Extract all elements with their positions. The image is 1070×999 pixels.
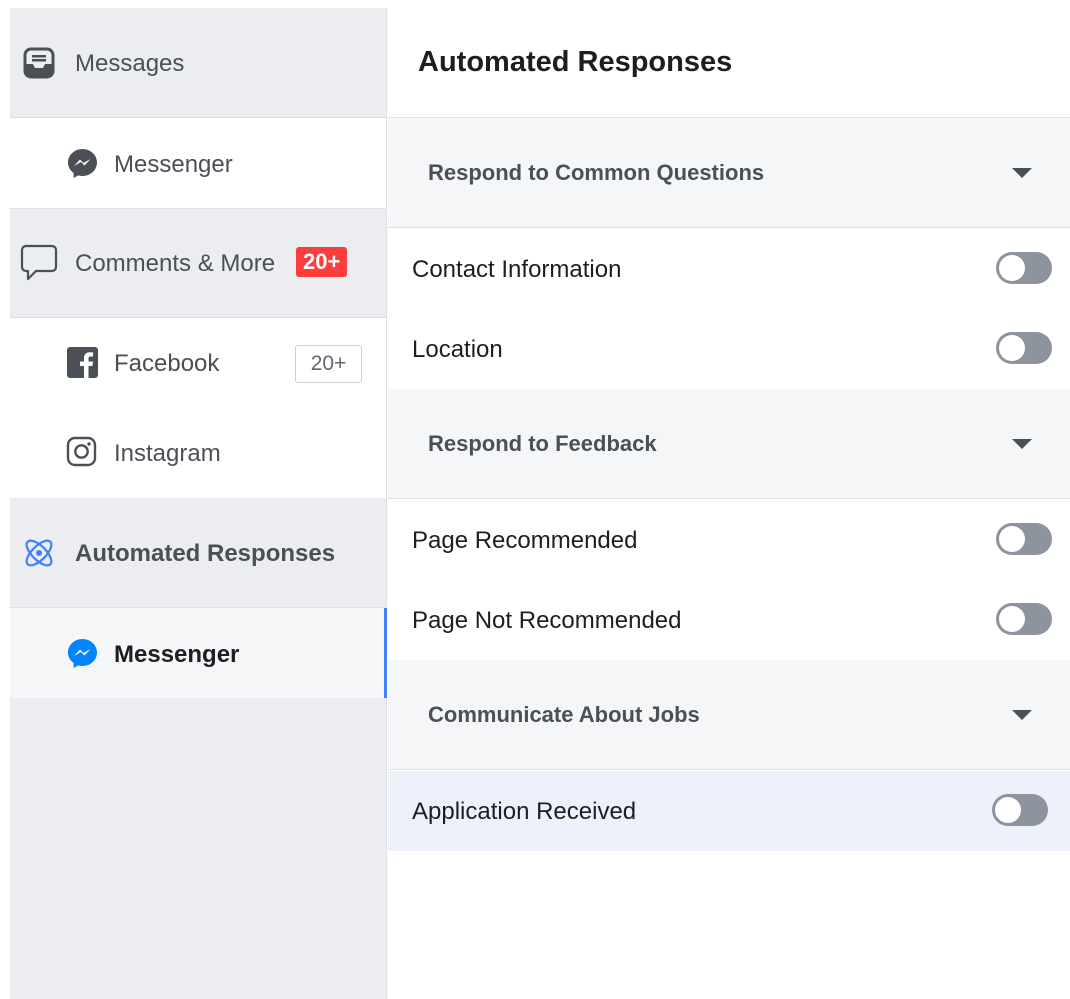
response-row-contact-information: Contact Information [388,229,1070,309]
toggle-knob [999,335,1025,361]
toggle-knob [999,526,1025,552]
sidebar-item-instagram[interactable]: Instagram [10,408,386,498]
page-header: Automated Responses [388,8,1070,118]
page-title: Automated Responses [418,46,733,78]
toggle-knob [995,797,1021,823]
toggle-switch[interactable] [992,794,1048,826]
sidebar-item-label: Comments & More [75,250,276,277]
toggle-knob [999,255,1025,281]
response-label: Contact Information [412,256,622,283]
response-label: Page Recommended [412,527,638,554]
active-indicator [384,608,387,698]
inbox-icon [22,46,56,80]
atom-icon [20,534,58,572]
response-row-page-not-recommended: Page Not Recommended [388,580,1070,660]
sidebar-item-label: Messenger [114,151,233,178]
group-header-label: Respond to Feedback [428,431,657,456]
main-panel: Automated Responses Respond to Common Qu… [388,8,1070,999]
sidebar-item-messenger[interactable]: Messenger [10,118,386,208]
response-label: Location [412,336,503,363]
chevron-down-icon[interactable] [1012,168,1032,178]
sidebar-item-comments[interactable]: Comments & More 20+ [10,208,386,318]
toggle-switch[interactable] [996,252,1052,284]
notification-badge: 20+ [296,247,348,277]
toggle-switch[interactable] [996,332,1052,364]
group-header-label: Communicate About Jobs [428,702,700,727]
group-header-common-questions[interactable]: Respond to Common Questions [388,118,1070,228]
sidebar-item-label: Messages [75,50,185,77]
group-header-label: Respond to Common Questions [428,160,765,185]
toggle-knob [999,606,1025,632]
sidebar-item-label: Messenger [114,641,240,668]
sidebar-item-label: Automated Responses [75,540,336,567]
sidebar-item-messenger-active[interactable]: Messenger [10,608,387,698]
group-header-feedback[interactable]: Respond to Feedback [388,389,1070,499]
sidebar-item-label: Facebook [114,350,220,377]
instagram-icon [66,436,97,467]
facebook-icon [66,346,99,379]
toggle-switch[interactable] [996,523,1052,555]
response-row-application-received: Application Received [388,771,1070,851]
response-row-location: Location [388,309,1070,389]
messenger-icon [66,147,99,180]
chevron-down-icon[interactable] [1012,439,1032,449]
response-label: Page Not Recommended [412,607,682,634]
messenger-icon [66,637,99,670]
sidebar-item-automated-responses[interactable]: Automated Responses [10,498,386,608]
toggle-switch[interactable] [996,603,1052,635]
sidebar-item-facebook[interactable]: Facebook 20+ [10,318,386,408]
chevron-down-icon[interactable] [1012,710,1032,720]
sidebar-item-messages[interactable]: Messages [10,8,386,118]
count-badge: 20+ [295,345,362,383]
comment-bubble-icon [20,243,58,283]
group-header-jobs[interactable]: Communicate About Jobs [388,660,1070,770]
response-row-page-recommended: Page Recommended [388,500,1070,580]
response-label: Application Received [412,798,637,825]
sidebar-item-label: Instagram [114,440,221,467]
sidebar: Messages Messenger Comments & More 20+ F… [10,8,387,999]
